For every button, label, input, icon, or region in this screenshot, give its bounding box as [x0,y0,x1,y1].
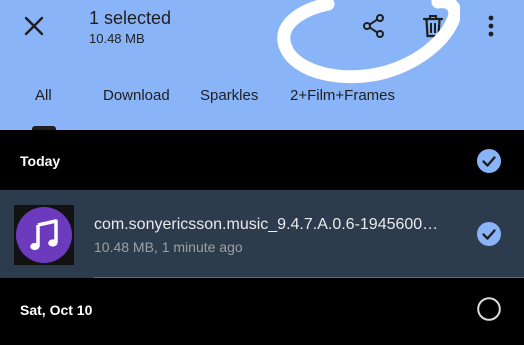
file-thumbnail [14,205,74,265]
share-icon [363,14,384,38]
music-note-icon [30,219,58,251]
tab-sparkles[interactable]: Sparkles [200,87,258,104]
more-vert-icon [488,15,494,37]
selection-app-bar: 1 selected 10.48 MB All Download Sparkle… [0,0,524,130]
file-name: com.sonyericsson.music_9.4.7.A.0.6-19456… [94,216,439,233]
close-icon [24,16,44,36]
delete-button[interactable] [415,8,451,44]
more-options-button[interactable] [473,8,509,44]
section-header-today: Today [0,132,524,190]
selected-tab-indicator [32,126,56,130]
selection-size: 10.48 MB [89,31,145,46]
section-label-sat-oct-10: Sat, Oct 10 [20,302,93,318]
section-label-today: Today [20,153,61,169]
file-select-checkbox[interactable] [477,222,501,246]
section-select-all-checkbox[interactable] [477,297,501,321]
section-select-all-checkbox[interactable] [477,149,501,173]
file-details: 10.48 MB, 1 minute ago [94,239,243,255]
close-selection-button[interactable] [16,8,52,44]
file-row[interactable]: com.sonyericsson.music_9.4.7.A.0.6-19456… [0,190,524,278]
section-header-sat-oct-10: Sat, Oct 10 [0,280,524,338]
row-divider [94,277,524,278]
files-screen: 1 selected 10.48 MB All Download Sparkle… [0,0,524,345]
tab-download[interactable]: Download [103,87,170,104]
selection-count: 1 selected [89,8,172,28]
tab-2-film-frames[interactable]: 2+Film+Frames [290,87,395,104]
trash-icon [422,15,444,38]
tab-all[interactable]: All [35,87,52,104]
share-button[interactable] [356,8,392,44]
music-app-icon [16,207,72,263]
